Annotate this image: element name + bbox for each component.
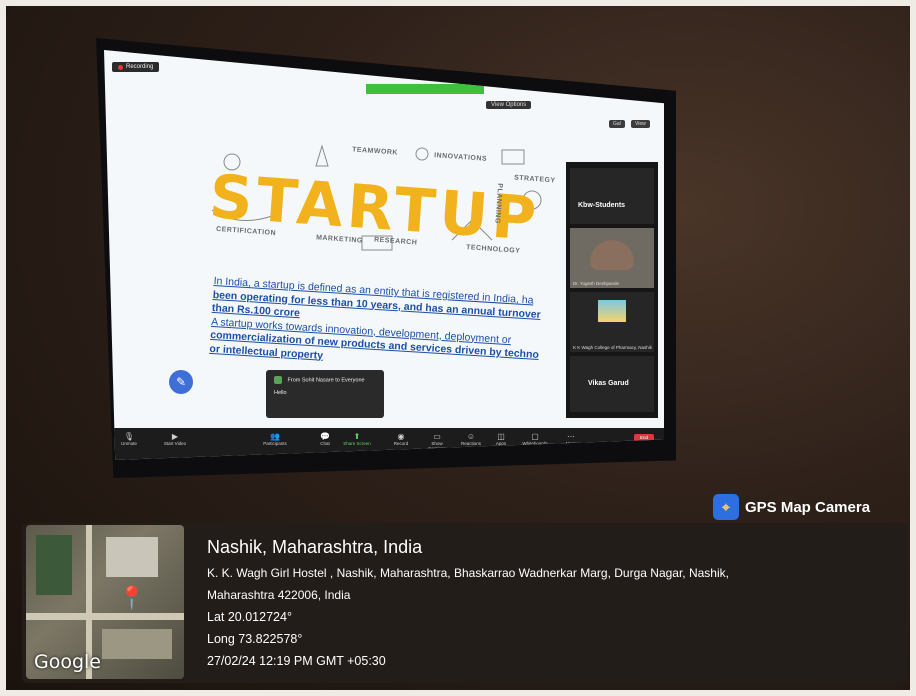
participant-name: K K Wagh College of Pharmacy, Nashik (573, 345, 653, 350)
map-building (106, 537, 158, 577)
map-building (102, 629, 172, 659)
captions-icon: ▭ (433, 432, 441, 441)
gps-latitude: Lat 20.012724° (207, 610, 292, 624)
map-building (36, 535, 72, 595)
gps-address-line: Maharashtra 422006, India (207, 588, 351, 602)
participants-button[interactable]: 👥 Participants (260, 432, 290, 446)
screen-share-banner[interactable] (366, 84, 484, 94)
annotate-pen-button[interactable]: ✎ (169, 370, 193, 394)
zoom-meeting-screen: Recording View Options Gal View STARTUP … (104, 50, 664, 460)
participants-icon: 👥 (270, 432, 280, 441)
participant-name: Kbw-Students (578, 202, 626, 209)
apps-icon: ◫ (497, 432, 505, 441)
chat-sender: From Sohit Nasare to Everyone (287, 377, 365, 384)
location-pin-icon: 📍 (118, 585, 146, 610)
chat-button[interactable]: 💬 Chat (310, 432, 340, 446)
participant-tile[interactable]: Kbw-Students (570, 168, 654, 224)
record-dot-icon (118, 64, 123, 70)
record-icon: ◉ (397, 432, 405, 441)
map-road (26, 613, 184, 620)
chat-message: Hello (274, 390, 287, 396)
google-watermark: Google (34, 651, 102, 673)
whiteboards-button[interactable]: ▢ Whiteboards (520, 432, 550, 446)
gps-city: Nashik, Maharashtra, India (207, 537, 423, 557)
gps-app-name: GPS Map Camera (745, 498, 871, 516)
share-screen-icon: ⬆ (353, 432, 361, 441)
reactions-icon: ☺ (466, 432, 476, 441)
participant-panel: Kbw-Students Dr. Yogesh Deshpande K K Wa… (566, 162, 658, 418)
map-pin-icon: ⌖ (713, 494, 739, 520)
reactions-button[interactable]: ☺ Reactions (456, 432, 486, 446)
recording-indicator[interactable]: Recording (112, 62, 160, 72)
record-button[interactable]: ◉ Record (386, 432, 416, 446)
toolbar-label: Participants (263, 441, 287, 446)
pen-icon: ✎ (175, 375, 187, 389)
satellite-map-thumbnail: 📍 Google (26, 525, 184, 679)
gps-longitude: Long 73.822578° (207, 632, 303, 646)
recording-label: Recording (126, 64, 154, 70)
unmute-button[interactable]: 🎙 Unmute (114, 432, 144, 446)
participant-name: Dr. Yogesh Deshpande (573, 281, 620, 286)
start-video-button[interactable]: ▶ Start Video (160, 432, 190, 446)
gallery-view-button[interactable]: Gal (609, 120, 625, 128)
more-icon: ⋯ (567, 432, 575, 441)
toolbar-label: Reactions (460, 441, 481, 446)
participant-tile[interactable]: Dr. Yogesh Deshpande (570, 228, 654, 288)
chat-avatar (274, 376, 282, 384)
participant-tile[interactable]: Vikas Garud (570, 356, 654, 412)
gps-address-line: K. K. Wagh Girl Hostel , Nashik, Maharas… (207, 566, 729, 580)
whiteboard-icon: ▢ (531, 432, 539, 441)
share-screen-button[interactable]: ⬆ Share Screen (342, 432, 372, 446)
toolbar-label: Record (393, 441, 409, 446)
gps-app-badge: ⌖ GPS Map Camera (713, 492, 870, 522)
apps-button[interactable]: ◫ Apps (486, 432, 516, 446)
view-options-button[interactable]: View Options (486, 101, 532, 109)
gps-address: K. K. Wagh Girl Hostel , Nashik, Maharas… (207, 562, 897, 672)
college-logo-image (598, 300, 626, 322)
microphone-icon: 🎙 (123, 432, 135, 441)
participant-tile[interactable]: K K Wagh College of Pharmacy, Nashik (570, 292, 654, 352)
toolbar-label: Apps (495, 441, 507, 446)
toolbar-label: Chat (320, 441, 330, 446)
view-toggle-button[interactable]: View (631, 120, 650, 128)
toolbar-label: Unmute (121, 441, 137, 446)
participant-name: Vikas Garud (588, 380, 629, 387)
video-icon: ▶ (171, 432, 179, 441)
gps-timestamp: 27/02/24 12:19 PM GMT +05:30 (207, 654, 386, 668)
slide-body-text: In India, a startup is defined as an ent… (209, 275, 573, 378)
chat-icon: 💬 (320, 432, 330, 441)
toolbar-label: Start Video (163, 441, 187, 446)
toolbar-label: Share Screen (343, 441, 371, 446)
participant-video (590, 240, 634, 270)
chat-notification[interactable]: From Sohit Nasare to Everyone Hello (266, 370, 384, 418)
